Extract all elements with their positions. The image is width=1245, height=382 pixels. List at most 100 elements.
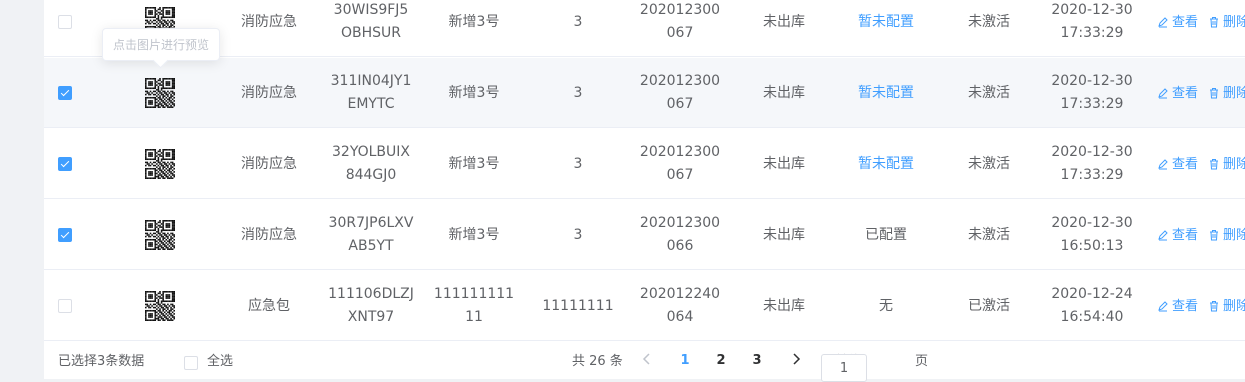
view-button[interactable]: 查看	[1157, 224, 1198, 247]
row-checkbox[interactable]	[58, 86, 72, 100]
row-checkbox[interactable]	[58, 15, 72, 29]
row-checkbox[interactable]	[58, 228, 72, 242]
activation-cell: 已激活	[968, 297, 1010, 314]
delete-label: 删除	[1223, 227, 1245, 243]
table-row[interactable]: 消防应急 30R7JP6LXV AB5YT 新增3号 3 202012300 0…	[44, 200, 1245, 270]
delete-button[interactable]: 删除	[1208, 82, 1245, 105]
row-checkbox-cell[interactable]	[58, 200, 72, 270]
config-cell: 无	[879, 297, 893, 314]
time-cell: 2020-12-30 17:33:29	[1051, 144, 1133, 183]
code-cell: 111106DLZJ XNT97	[328, 286, 414, 325]
view-label: 查看	[1172, 156, 1199, 172]
table-row[interactable]: 应急包 111106DLZJ XNT97 111111111 11 111111…	[44, 271, 1245, 341]
time-cell: 2020-12-30 16:50:13	[1051, 215, 1133, 254]
batch-cell: 202012240 064	[639, 286, 721, 325]
type-cell: 消防应急	[241, 226, 297, 243]
delete-label: 删除	[1223, 298, 1245, 314]
time-cell: 2020-12-30 17:33:29	[1051, 2, 1133, 41]
stock-status-cell: 未出库	[763, 226, 805, 243]
actions-cell: 查看 删除	[1157, 129, 1245, 199]
delete-label: 删除	[1223, 85, 1245, 101]
view-button[interactable]: 查看	[1157, 295, 1198, 318]
row-checkbox-cell[interactable]	[58, 0, 72, 57]
table-row[interactable]: 消防应急 311IN04JY1 EMYTC 新增3号 3 202012300 0…	[44, 58, 1245, 128]
goto-page-input[interactable]: 1	[821, 354, 867, 382]
quantity-cell: 11111111	[542, 297, 614, 314]
qr-code-cell[interactable]	[140, 271, 180, 341]
prev-page-button[interactable]	[642, 353, 652, 371]
chevron-left-icon	[642, 353, 650, 365]
row-checkbox[interactable]	[58, 157, 72, 171]
model-cell: 111111111 11	[433, 286, 515, 325]
delete-button[interactable]: 删除	[1208, 11, 1245, 34]
page-2-button[interactable]: 2	[709, 351, 733, 371]
time-cell: 2020-12-24 16:54:40	[1051, 286, 1133, 325]
quantity-cell: 3	[573, 155, 583, 172]
delete-label: 删除	[1223, 14, 1245, 30]
edit-icon	[1158, 88, 1168, 99]
page-suffix: 页	[915, 354, 929, 369]
batch-cell: 202012300 067	[639, 73, 721, 112]
type-cell: 消防应急	[241, 84, 297, 101]
stock-status-cell: 未出库	[763, 84, 805, 101]
row-checkbox-cell[interactable]	[58, 129, 72, 199]
config-cell: 已配置	[865, 226, 907, 243]
quantity-cell: 3	[573, 13, 583, 30]
edit-icon	[1158, 301, 1168, 312]
view-button[interactable]: 查看	[1157, 153, 1198, 176]
table-row[interactable]: 消防应急 30WIS9FJ5 OBHSUR 新增3号 3 202012300 0…	[44, 0, 1245, 57]
config-cell[interactable]: 暂未配置	[836, 58, 936, 128]
type-cell: 消防应急	[241, 155, 297, 172]
qr-code-cell[interactable]	[140, 200, 180, 270]
actions-cell: 查看 删除	[1157, 58, 1245, 128]
code-cell: 30R7JP6LXV AB5YT	[328, 215, 414, 254]
quantity-cell: 3	[573, 226, 583, 243]
delete-button[interactable]: 删除	[1208, 224, 1245, 247]
trash-icon	[1210, 159, 1219, 170]
select-all-checkbox[interactable]	[184, 356, 198, 370]
config-cell[interactable]: 暂未配置	[836, 0, 936, 57]
view-button[interactable]: 查看	[1157, 82, 1198, 105]
qr-code-image[interactable]	[145, 149, 175, 179]
quantity-cell: 3	[573, 84, 583, 101]
activation-cell: 未激活	[968, 84, 1010, 101]
view-button[interactable]: 查看	[1157, 11, 1198, 34]
delete-button[interactable]: 删除	[1208, 153, 1245, 176]
stock-status-cell: 未出库	[763, 13, 805, 30]
trash-icon	[1210, 17, 1219, 28]
page-3-button[interactable]: 3	[745, 351, 769, 371]
batch-cell: 202012300 067	[639, 144, 721, 183]
qr-code-cell[interactable]	[140, 129, 180, 199]
actions-cell: 查看 删除	[1157, 271, 1245, 341]
table-row[interactable]: 消防应急 32YOLBUIX 844GJ0 新增3号 3 202012300 0…	[44, 129, 1245, 199]
next-page-button[interactable]	[791, 353, 801, 371]
view-label: 查看	[1172, 298, 1199, 314]
image-preview-tooltip: 点击图片进行预览	[102, 28, 220, 61]
row-checkbox-cell[interactable]	[58, 58, 72, 128]
code-cell: 311IN04JY1 EMYTC	[330, 73, 412, 112]
trash-icon	[1210, 88, 1219, 99]
view-label: 查看	[1172, 85, 1199, 101]
stock-status-cell: 未出库	[763, 155, 805, 172]
delete-button[interactable]: 删除	[1208, 295, 1245, 318]
delete-label: 删除	[1223, 156, 1245, 172]
qr-code-image[interactable]	[145, 78, 175, 108]
qr-code-image[interactable]	[145, 291, 175, 321]
type-cell: 应急包	[248, 297, 290, 314]
edit-icon	[1158, 159, 1168, 170]
chevron-right-icon	[793, 353, 801, 365]
table-panel: 消防应急 30WIS9FJ5 OBHSUR 新增3号 3 202012300 0…	[44, 0, 1245, 379]
qr-code-image[interactable]	[145, 220, 175, 250]
activation-cell: 未激活	[968, 226, 1010, 243]
table-footer: 已选择3条数据 全选 共 26 条 1 2 3 前往 页	[44, 343, 1245, 379]
row-checkbox[interactable]	[58, 299, 72, 313]
view-label: 查看	[1172, 14, 1199, 30]
total-count: 共 26 条	[572, 354, 623, 369]
code-cell: 30WIS9FJ5 OBHSUR	[333, 2, 409, 41]
select-all-label[interactable]: 全选	[207, 353, 233, 371]
page-1-button[interactable]: 1	[673, 351, 697, 371]
config-cell[interactable]: 暂未配置	[836, 129, 936, 199]
activation-cell: 未激活	[968, 13, 1010, 30]
row-checkbox-cell[interactable]	[58, 271, 72, 341]
trash-icon	[1210, 230, 1219, 241]
